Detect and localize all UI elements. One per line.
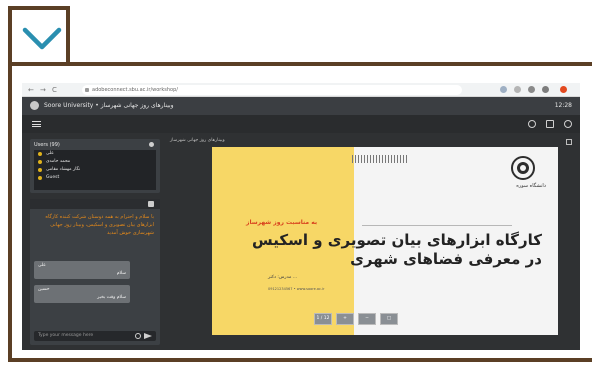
list-item[interactable]: نگار مهشاد مقامی	[34, 166, 156, 174]
extension-icon[interactable]	[500, 86, 507, 93]
page-indicator[interactable]: 1 / 12	[314, 313, 332, 325]
slide-divider	[362, 225, 512, 226]
list-item[interactable]: علی	[34, 150, 156, 158]
address-text: adobeconnect.sbu.ac.ir/workshop/	[92, 87, 178, 93]
zoom-out-button[interactable]: −	[358, 313, 376, 325]
presentation-slide: دانشگاه سوره به مناسبت روز شهرساز کارگاه…	[212, 147, 558, 335]
adobe-connect-logo-icon	[30, 101, 39, 110]
address-bar[interactable]: adobeconnect.sbu.ac.ir/workshop/	[82, 85, 462, 95]
share-pod-title: وبینارهای روز جهانی شهرساز	[170, 138, 225, 143]
chat-sender: حسین	[38, 287, 50, 292]
microphone-icon[interactable]	[528, 120, 536, 128]
app-header: Soore University • وبینارهای روز جهانی ش…	[22, 97, 580, 115]
slide-contacts: 09121234567 • www.soore.ac.ir	[268, 287, 325, 291]
decor-frame-corner	[8, 6, 70, 64]
chat-options-icon[interactable]	[148, 201, 154, 207]
meeting-title: Soore University • وبینارهای روز جهانی ش…	[44, 102, 174, 109]
clock-readout: 12:28	[554, 102, 572, 109]
chat-header	[30, 199, 160, 209]
fit-button[interactable]: □	[380, 313, 398, 325]
university-emblem-icon	[511, 156, 535, 180]
profile-icon[interactable]	[542, 86, 549, 93]
list-item[interactable]: محمد حامدی	[34, 158, 156, 166]
forward-button[interactable]: →	[40, 86, 46, 94]
star-icon[interactable]	[514, 86, 521, 93]
attendees-options-icon[interactable]	[149, 142, 154, 147]
zoom-in-button[interactable]: +	[336, 313, 354, 325]
attendees-title: Users (99)	[34, 142, 60, 148]
emoji-icon[interactable]	[135, 333, 141, 339]
puzzle-icon[interactable]	[528, 86, 535, 93]
meeting-toolbar	[22, 115, 580, 133]
slide-hatch-decoration	[352, 155, 408, 163]
browser-toolbar: ← → C adobeconnect.sbu.ac.ir/workshop/	[22, 83, 580, 97]
user-icon	[38, 152, 42, 156]
slide-occasion: به مناسبت روز شهرساز	[246, 219, 318, 226]
chat-pod: با سلام و احترام به همه دوستان شرکت کنند…	[30, 199, 160, 345]
send-icon[interactable]	[144, 333, 152, 339]
chat-sender: علی	[38, 263, 46, 268]
reload-button[interactable]: C	[52, 86, 57, 94]
attendees-pod: Users (99) علی محمد حامدی نگار مهشاد مقا…	[30, 139, 160, 193]
chat-text: سلام وقت بخیر	[97, 295, 126, 300]
user-icon	[38, 176, 42, 180]
slide-presenter: مدرس: دکتر ...	[268, 275, 298, 280]
chat-text: سلام	[116, 271, 126, 276]
list-item[interactable]: Guest	[34, 174, 156, 182]
chat-input[interactable]: Type your message here	[34, 331, 156, 341]
user-icon	[38, 168, 42, 172]
attendee-list: علی محمد حامدی نگار مهشاد مقامی Guest	[34, 150, 156, 190]
maximize-icon[interactable]	[566, 139, 572, 145]
user-icon	[38, 160, 42, 164]
chat-input-placeholder: Type your message here	[38, 333, 94, 338]
chat-message: با سلام و احترام به همه دوستان شرکت کنند…	[45, 214, 154, 236]
speaker-icon[interactable]	[564, 120, 572, 128]
chat-bubble: علی سلام	[34, 261, 130, 279]
back-button[interactable]: ←	[28, 86, 34, 94]
chevron-down-icon	[22, 27, 62, 50]
chat-bubble: حسین سلام وقت بخیر	[34, 285, 130, 303]
university-name: دانشگاه سوره	[516, 183, 546, 189]
menu-icon[interactable]	[560, 86, 567, 93]
camera-icon[interactable]	[546, 120, 554, 128]
lock-icon	[85, 88, 89, 92]
slide-headline: کارگاه ابزارهای بیان تصویری و اسکیس در م…	[252, 231, 542, 268]
adobe-connect-screenshot: ← → C adobeconnect.sbu.ac.ir/workshop/ S…	[22, 83, 580, 350]
menu-icon[interactable]	[32, 121, 41, 127]
